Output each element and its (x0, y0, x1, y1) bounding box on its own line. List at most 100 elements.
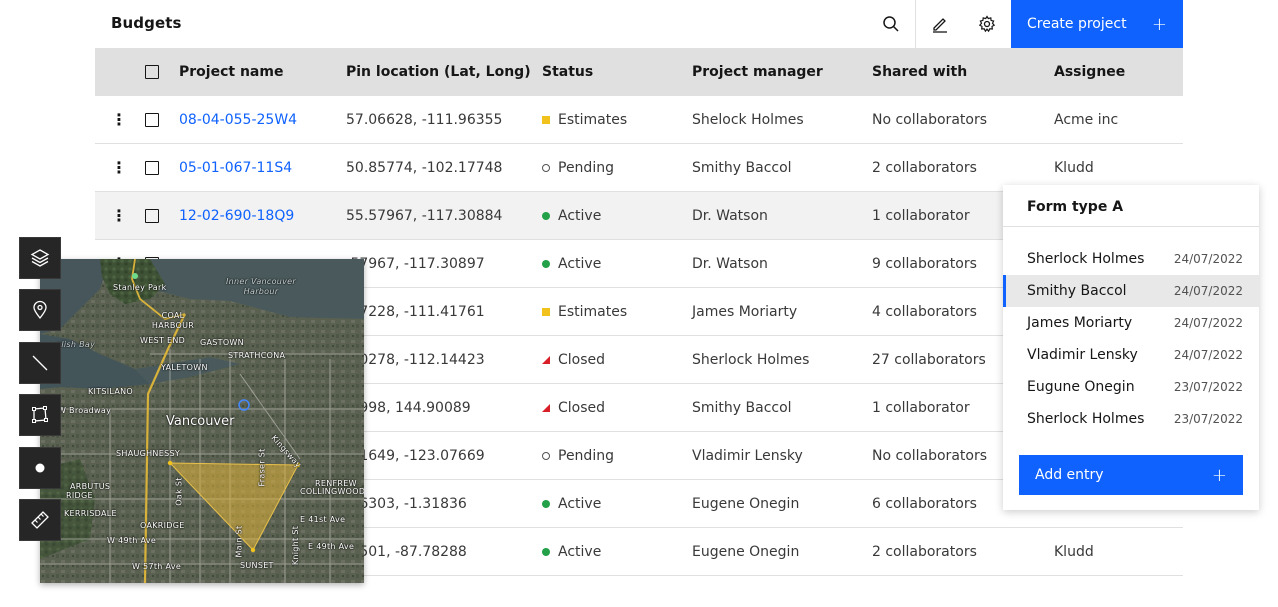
map-label: SHAUGHNESSY (116, 449, 181, 458)
location-pin-icon (33, 300, 47, 320)
overflow-menu-icon[interactable]: ⋮ (111, 112, 127, 128)
column-header-status[interactable]: Status (542, 48, 593, 96)
search-button[interactable] (867, 0, 915, 48)
entry-date: 24/07/2022 (1173, 252, 1243, 266)
map-label: RIDGE (66, 491, 93, 500)
column-header-shared-with[interactable]: Shared with (872, 48, 967, 96)
row-checkbox[interactable] (145, 113, 159, 127)
edit-button[interactable] (915, 0, 963, 48)
column-header-project-name[interactable]: Project name (179, 48, 283, 96)
status-ring-icon (542, 164, 550, 172)
entry-item[interactable]: Smithy Baccol 24/07/2022 (1003, 275, 1259, 307)
add-entry-button[interactable]: Add entry + (1019, 455, 1243, 495)
project-manager-cell: Dr. Watson (692, 256, 768, 272)
map-label: W Broadway (58, 406, 112, 415)
settings-icon (978, 15, 996, 33)
ruler-icon (31, 511, 49, 529)
shared-with-cell: 27 collaborators (872, 352, 986, 368)
column-header-pin-location[interactable]: Pin location (Lat, Long) (346, 48, 531, 96)
status-ring-icon (542, 452, 550, 460)
status-circle-icon (542, 548, 550, 556)
pin-location-cell: .76303, -1.31836 (346, 496, 467, 512)
shared-with-cell: 2 collaborators (872, 160, 977, 176)
status-circle-icon (542, 500, 550, 508)
entry-date: 23/07/2022 (1173, 380, 1243, 394)
settings-button[interactable] (963, 0, 1011, 48)
overflow-menu-icon[interactable]: ⋮ (111, 160, 127, 176)
column-header-assignee[interactable]: Assignee (1054, 48, 1125, 96)
overflow-menu-icon[interactable]: ⋮ (111, 208, 127, 224)
edit-icon (932, 18, 947, 33)
status-text: Pending (558, 160, 614, 176)
project-name-link[interactable]: 05-01-067-11S4 (179, 160, 292, 176)
map-label: Vancouver (166, 414, 235, 429)
pin-location-cell: 55.57967, -117.30884 (346, 208, 503, 224)
row-checkbox[interactable] (145, 161, 159, 175)
status-square-icon (542, 308, 550, 316)
pin-location-cell: 57.06628, -111.96355 (346, 112, 503, 128)
pin-location-cell: .7998, 144.90089 (346, 400, 471, 416)
shared-with-cell: No collaborators (872, 448, 988, 464)
project-name-link[interactable]: 08-04-055-25W4 (179, 112, 297, 128)
map-label: W 57th Ave (132, 562, 182, 571)
entry-item[interactable]: Vladimir Lensky 24/07/2022 (1003, 339, 1259, 371)
status-text: Estimates (558, 112, 628, 128)
assignee-cell: Kludd (1054, 544, 1094, 560)
status-text: Active (558, 256, 602, 272)
status-text: Estimates (558, 304, 628, 320)
form-panel: Form type A Sherlock Holmes 24/07/2022 Smi… (1003, 185, 1259, 510)
entry-item[interactable]: James Moriarty 24/07/2022 (1003, 307, 1259, 339)
project-manager-cell: Sherlock Holmes (692, 352, 810, 368)
status-circle-icon (542, 260, 550, 268)
project-manager-cell: James Moriarty (692, 304, 798, 320)
ruler-button[interactable] (19, 499, 61, 541)
layers-button[interactable] (19, 237, 61, 279)
map-label: WEST END (140, 336, 186, 345)
shared-with-cell: No collaborators (872, 112, 988, 128)
project-manager-cell: Dr. Watson (692, 208, 768, 224)
status-text: Active (558, 496, 602, 512)
row-checkbox[interactable] (145, 209, 159, 223)
status-circle-icon (542, 212, 550, 220)
entry-date: 24/07/2022 (1173, 348, 1243, 362)
map-label: E 41st Ave (300, 515, 346, 524)
location-pin-button[interactable] (19, 289, 61, 331)
project-manager-cell: Smithy Baccol (692, 160, 792, 176)
entry-name: Smithy Baccol (1027, 283, 1127, 299)
entry-item[interactable]: Sherlock Holmes 24/07/2022 (1003, 243, 1259, 275)
project-manager-cell: Smithy Baccol (692, 400, 792, 416)
map-label: COLLINGWOOD (300, 487, 364, 496)
column-header-project-manager[interactable]: Project manager (692, 48, 823, 96)
page-header: Budgets Create project + (95, 0, 1183, 48)
pin-location-cell: .57967, -117.30897 (346, 256, 485, 272)
add-entry-label: Add entry (1035, 467, 1104, 483)
select-all-checkbox[interactable] (145, 65, 159, 79)
map-view[interactable]: Stanley Park Inner Vancouver Harbour COA… (40, 259, 364, 583)
line-button[interactable] (19, 342, 61, 384)
point-button[interactable] (19, 447, 61, 489)
entry-item[interactable]: Eugune Onegin 23/07/2022 (1003, 371, 1259, 403)
project-manager-cell: Eugene Onegin (692, 544, 800, 560)
entry-name: Sherlock Holmes (1027, 411, 1145, 427)
entry-name: Eugune Onegin (1027, 379, 1135, 395)
shared-with-cell: 6 collaborators (872, 496, 977, 512)
polygon-button[interactable] (19, 394, 61, 436)
map-label: Inner Vancouver Harbour (226, 277, 296, 296)
add-icon: + (1151, 13, 1167, 35)
pin-location-cell: .5501, -87.78288 (346, 544, 467, 560)
layers-icon (30, 249, 50, 267)
table-row[interactable]: ⋮ 08-04-055-25W4 57.06628, -111.96355 Estim… (95, 96, 1183, 144)
shared-with-cell: 4 collaborators (872, 304, 977, 320)
project-manager-cell: Eugene Onegin (692, 496, 800, 512)
create-project-button[interactable]: Create project + (1011, 0, 1183, 48)
entry-date: 24/07/2022 (1173, 284, 1243, 298)
map-label: Knight St (291, 525, 301, 566)
map-label: GASTOWN (200, 338, 244, 347)
entry-item[interactable]: Sherlock Holmes 23/07/2022 (1003, 403, 1259, 435)
map-label: COAL HARBOUR (151, 311, 195, 330)
page-title: Budgets (111, 14, 182, 32)
map-label: W 49th Ave (107, 536, 157, 545)
map-label: Fraser St (257, 448, 267, 487)
map-label: SUNSET (240, 561, 274, 570)
project-name-link[interactable]: 12-02-690-18Q9 (179, 208, 294, 224)
